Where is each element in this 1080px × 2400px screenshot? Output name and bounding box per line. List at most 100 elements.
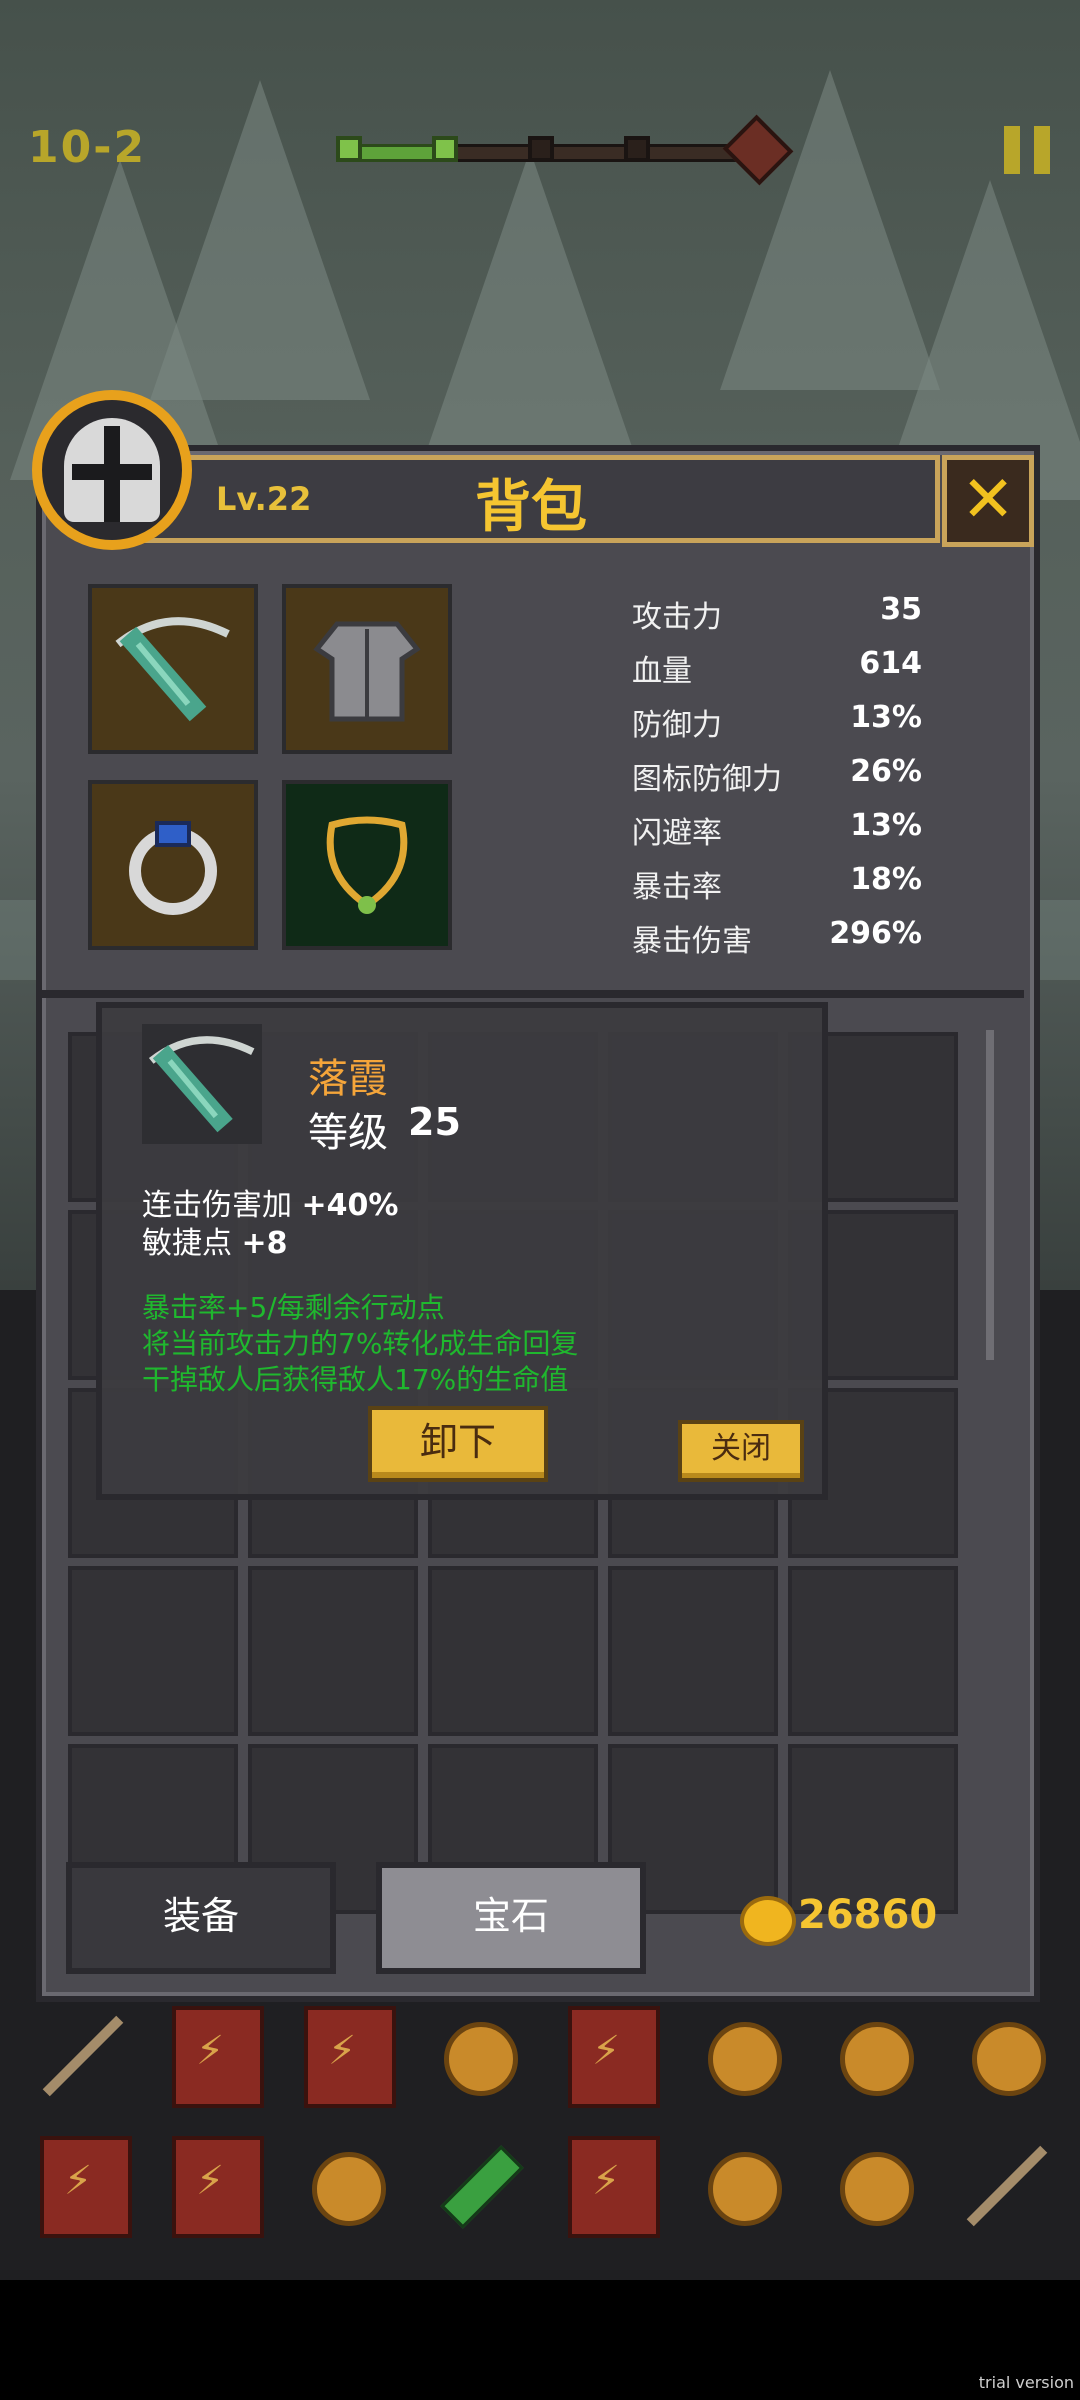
attribute-value: +8 [241, 1226, 288, 1261]
pause-icon [1034, 126, 1050, 174]
stat-value: 26% [850, 754, 922, 789]
item-bar-slot[interactable] [690, 2130, 794, 2234]
inventory-slot[interactable] [608, 1566, 778, 1736]
unequip-button[interactable]: 卸下 [368, 1406, 548, 1482]
stat-value: 614 [859, 646, 922, 681]
armor-slot[interactable] [282, 584, 452, 754]
skill-book-icon [568, 2136, 660, 2238]
item-bar-slot[interactable] [162, 2130, 266, 2238]
stat-row: 闪避率 13% [632, 802, 922, 856]
tree-decoration [420, 150, 640, 470]
pause-icon [1004, 126, 1020, 174]
crossbow-icon [148, 1036, 255, 1133]
tree-decoration [150, 80, 370, 400]
item-bar-slot[interactable] [426, 2000, 530, 2104]
inventory-slot[interactable] [68, 1566, 238, 1736]
stat-row: 攻击力 35 [632, 586, 922, 640]
item-level: 25 [408, 1100, 461, 1144]
inventory-slot[interactable] [428, 1566, 598, 1736]
item-special-effect: 干掉敌人后获得敌人17%的生命值 [142, 1363, 569, 1396]
inventory-slot[interactable] [248, 1566, 418, 1736]
item-bar-slot[interactable] [558, 2130, 662, 2238]
item-special-effect: 暴击率+5/每剩余行动点 [142, 1291, 445, 1324]
spear-icon [42, 2015, 124, 2097]
stat-row: 暴击率 18% [632, 856, 922, 910]
stat-value: 296% [829, 916, 922, 951]
stage-label: 10-2 [28, 122, 147, 173]
progress-node [432, 136, 458, 162]
attribute-value: +40% [301, 1188, 399, 1223]
stats-list: 攻击力 35 血量 614 防御力 13% 图标防御力 26% 闪避率 13% 暴击率 18… [632, 586, 922, 964]
inventory-slot[interactable] [788, 1566, 958, 1736]
item-bar-slot[interactable] [954, 2000, 1058, 2104]
pause-button[interactable] [1004, 126, 1052, 174]
stat-row: 防御力 13% [632, 694, 922, 748]
stat-name: 防御力 [632, 708, 722, 743]
item-bar-slot[interactable] [426, 2130, 530, 2234]
weapon-slot[interactable] [88, 584, 258, 754]
stat-value: 18% [850, 862, 922, 897]
item-bar-slot[interactable] [558, 2000, 662, 2108]
item-bar-slot[interactable] [294, 2000, 398, 2108]
item-bar-slot[interactable] [690, 2000, 794, 2104]
item-attribute: 敏捷点 +8 [142, 1218, 288, 1262]
player-level: Lv.22 [216, 480, 312, 518]
item-special-effect: 将当前攻击力的7%转化成生命回复 [142, 1327, 579, 1360]
skill-book-icon [172, 2006, 264, 2108]
stat-name: 攻击力 [632, 600, 722, 635]
ring-icon [92, 784, 254, 946]
item-bar-slot[interactable] [822, 2000, 926, 2104]
item-bar-slot[interactable] [30, 2000, 134, 2104]
skill-book-icon [172, 2136, 264, 2238]
item-detail-image [142, 1024, 262, 1144]
coin-icon [840, 2022, 914, 2096]
stat-value: 13% [850, 808, 922, 843]
item-bar-slot[interactable] [294, 2130, 398, 2234]
attribute-label: 敏捷点 [142, 1226, 232, 1261]
item-bar-slot[interactable] [822, 2130, 926, 2234]
stat-name: 血量 [632, 654, 692, 689]
stat-row: 图标防御力 26% [632, 748, 922, 802]
coin-icon [972, 2022, 1046, 2096]
inventory-scrollbar[interactable] [986, 1030, 994, 1360]
stat-name: 暴击伤害 [632, 924, 752, 959]
bottom-bar [0, 2280, 1080, 2400]
item-bar-slot[interactable] [30, 2130, 134, 2238]
section-divider [40, 990, 1024, 998]
helmet-icon [64, 418, 160, 522]
skill-book-icon [568, 2006, 660, 2108]
inventory-slot[interactable] [788, 1744, 958, 1914]
stat-value: 13% [850, 700, 922, 735]
close-panel-button[interactable]: ✕ [942, 455, 1034, 547]
coin-icon [840, 2152, 914, 2226]
skill-book-icon [40, 2136, 132, 2238]
item-level-label: 等级 [308, 1110, 388, 1156]
gold-coin-icon [740, 1896, 796, 1946]
ring-slot[interactable] [88, 780, 258, 950]
stat-name: 图标防御力 [632, 762, 782, 797]
crossbow-icon [92, 588, 254, 750]
panel-title: 背包 [475, 475, 587, 540]
stat-name: 闪避率 [632, 816, 722, 851]
gold-amount: 26860 [798, 1892, 938, 1938]
tab-gems[interactable]: 宝石 [376, 1862, 646, 1974]
stat-name: 暴击率 [632, 870, 722, 905]
spear-icon [966, 2145, 1048, 2227]
tab-equipment[interactable]: 装备 [66, 1862, 336, 1974]
player-avatar[interactable] [32, 390, 192, 550]
item-bar-slot[interactable] [162, 2000, 266, 2108]
stat-row: 暴击伤害 296% [632, 910, 922, 964]
coin-icon [708, 2152, 782, 2226]
item-name: 落霞 [308, 1056, 388, 1102]
close-detail-button[interactable]: 关闭 [678, 1420, 804, 1482]
coin-icon [708, 2022, 782, 2096]
necklace-icon [286, 784, 448, 946]
progress-node [336, 136, 362, 162]
stat-row: 血量 614 [632, 640, 922, 694]
skill-book-icon [304, 2006, 396, 2108]
stat-value: 35 [880, 592, 922, 627]
armor-icon [286, 588, 448, 750]
item-bar-slot[interactable] [954, 2130, 1058, 2234]
progress-node [528, 136, 554, 162]
necklace-slot[interactable] [282, 780, 452, 950]
